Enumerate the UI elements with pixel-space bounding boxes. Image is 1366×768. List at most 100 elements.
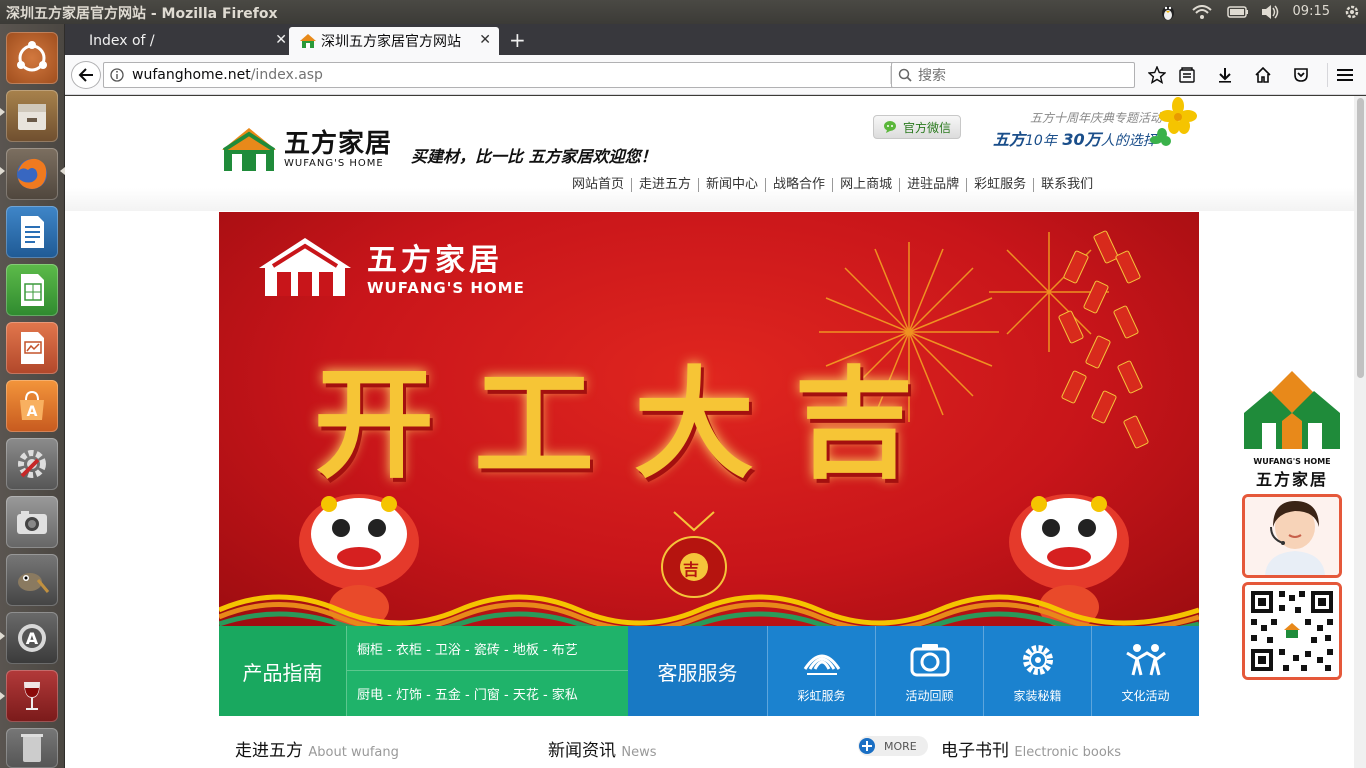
section-about[interactable]: 走进五方 About wufang <box>235 736 399 761</box>
online-service-button[interactable] <box>1242 494 1342 578</box>
window-title: 深圳五方家居官方网站 - Mozilla Firefox <box>6 6 278 22</box>
nav-contact[interactable]: 联系我们 <box>1034 178 1100 192</box>
dash-home-icon[interactable] <box>6 32 58 84</box>
hero-banner[interactable]: 五方家居 WUFANG'S HOME 开工大吉 吉 <box>219 212 1199 627</box>
nav-rainbow-service[interactable]: 彩虹服务 <box>967 178 1035 192</box>
logo-subtitle: WUFANG'S HOME <box>284 157 384 169</box>
close-icon[interactable]: ✕ <box>479 32 491 48</box>
url-path: /index.asp <box>250 67 323 83</box>
impress-icon[interactable] <box>6 322 58 374</box>
home-icon[interactable] <box>1252 65 1274 85</box>
svc-label: 活动回顾 <box>905 688 954 703</box>
customer-service-label[interactable]: 客服服务 <box>628 626 768 716</box>
more-button[interactable]: MORE <box>858 736 928 756</box>
logo-title: 五方家居 <box>284 128 393 159</box>
svc-culture-events[interactable]: 文化活动 <box>1092 626 1199 716</box>
svc-decor-tips[interactable]: 家装秘籍 <box>984 626 1092 716</box>
search-bar[interactable]: 搜索 <box>891 62 1135 88</box>
svc-rainbow-service[interactable]: 彩虹服务 <box>768 626 876 716</box>
arrow-left-icon <box>78 68 93 82</box>
section-news-sub: News <box>621 745 657 760</box>
page-viewport: 五方家居 WUFANG'S HOME 买建材，比一比 五方家居欢迎您！ 官方微信… <box>65 96 1354 768</box>
svc-label: 家装秘籍 <box>1013 688 1062 703</box>
nav-home[interactable]: 网站首页 <box>565 178 633 192</box>
back-button[interactable] <box>71 61 101 89</box>
nav-partners[interactable]: 战略合作 <box>766 178 834 192</box>
firefox-icon[interactable] <box>6 148 58 200</box>
top-panel: 深圳五方家居官方网站 - Mozilla Firefox 09:15 <box>0 0 1366 24</box>
camera-icon <box>910 643 949 676</box>
writer-icon[interactable] <box>6 206 58 258</box>
wechat-label: 官方微信 <box>902 120 951 135</box>
gimp-icon[interactable] <box>6 554 58 606</box>
people-icon <box>1125 643 1166 675</box>
banner-house-icon <box>259 238 351 296</box>
more-label: MORE <box>884 739 917 753</box>
favicon-house-icon <box>300 34 316 48</box>
reading-list-icon[interactable] <box>1176 65 1198 85</box>
software-center-icon[interactable]: A <box>6 380 58 432</box>
section-ebooks-title: 电子书刊 <box>941 741 1009 761</box>
section-ebooks-sub: Electronic books <box>1014 745 1122 760</box>
clock[interactable]: 09:15 <box>1293 4 1330 19</box>
wifi-icon[interactable] <box>1190 2 1214 22</box>
download-icon[interactable] <box>1214 65 1236 85</box>
section-ebooks[interactable]: 电子书刊 Electronic books <box>941 736 1121 761</box>
section-about-title: 走进五方 <box>235 741 303 761</box>
page-scrollbar[interactable] <box>1354 96 1366 768</box>
menu-hamburger-icon[interactable] <box>1334 65 1356 85</box>
volume-icon[interactable] <box>1258 2 1282 22</box>
trash-icon[interactable] <box>6 728 58 768</box>
lucky-bag-label: 吉 <box>683 560 700 579</box>
banner-headline: 开工大吉 <box>314 354 954 495</box>
svc-label: 文化活动 <box>1121 688 1170 703</box>
nav-news[interactable]: 新闻中心 <box>699 178 767 192</box>
scroll-thumb[interactable] <box>1357 98 1364 378</box>
pocket-icon[interactable] <box>1290 65 1312 85</box>
files-icon[interactable] <box>6 90 58 142</box>
wechat-button[interactable]: 官方微信 <box>873 115 961 139</box>
qr-code-box[interactable] <box>1242 582 1342 680</box>
site-header: 五方家居 WUFANG'S HOME 买建材，比一比 五方家居欢迎您！ 官方微信… <box>65 96 1354 211</box>
info-icon[interactable] <box>110 68 124 82</box>
category-row-2[interactable]: 厨电 - 灯饰 - 五金 - 门窗 - 天花 - 家私 <box>347 671 628 716</box>
tux-icon[interactable] <box>1158 2 1178 22</box>
search-placeholder: 搜索 <box>918 68 946 84</box>
svg-text:A: A <box>27 404 38 420</box>
tab-wufang[interactable]: 深圳五方家居官方网站 ✕ <box>289 27 499 55</box>
side-float-panel: WUFANG'S HOME 五方家居 <box>1240 369 1344 680</box>
anniversary-subtitle[interactable]: 五方十周年庆典专题活动 <box>1030 109 1162 126</box>
battery-icon[interactable] <box>1226 2 1250 22</box>
section-news[interactable]: 新闻资讯 News <box>548 736 657 761</box>
nav-shop[interactable]: 网上商城 <box>833 178 901 192</box>
close-icon[interactable]: ✕ <box>275 32 287 48</box>
nav-about[interactable]: 走进五方 <box>632 178 700 192</box>
section-about-sub: About wufang <box>308 745 399 760</box>
wine-icon[interactable] <box>6 670 58 722</box>
side-house-logo-icon <box>1244 371 1340 449</box>
nav-brands[interactable]: 进驻品牌 <box>900 178 968 192</box>
anniv-part-b: 10年 <box>1025 133 1057 149</box>
anniversary-banner[interactable]: 五方10年 30万人的选择 <box>993 126 1157 150</box>
system-settings-icon[interactable] <box>6 438 58 490</box>
bookmark-star-icon[interactable] <box>1146 65 1168 85</box>
url-bar[interactable]: wufanghome.net/index.asp <box>103 62 918 88</box>
svc-activity-review[interactable]: 活动回顾 <box>876 626 984 716</box>
tab-title: Index of / <box>89 33 155 49</box>
tab-bar: Index of / ✕ 深圳五方家居官方网站 ✕ + <box>65 24 1366 55</box>
slogan: 买建材，比一比 五方家居欢迎您！ <box>411 147 657 166</box>
side-brand-en: WUFANG'S HOME <box>1253 457 1331 466</box>
product-guide-label[interactable]: 产品指南 <box>219 626 347 716</box>
product-categories: 橱柜 - 衣柜 - 卫浴 - 瓷砖 - 地板 - 布艺 厨电 - 灯饰 - 五金… <box>347 626 628 716</box>
power-gear-icon[interactable] <box>1342 2 1362 22</box>
site-logo[interactable]: 五方家居 WUFANG'S HOME <box>220 126 392 172</box>
tab-index-of[interactable]: Index of / ✕ <box>75 27 295 55</box>
software-updater-icon[interactable]: A <box>6 612 58 664</box>
new-tab-button[interactable]: + <box>509 28 526 52</box>
category-row-1[interactable]: 橱柜 - 衣柜 - 卫浴 - 瓷砖 - 地板 - 布艺 <box>347 626 628 671</box>
flower-logo-icon <box>1150 97 1197 146</box>
main-nav: 网站首页 走进五方 新闻中心 战略合作 网上商城 进驻品牌 彩虹服务 联系我们 <box>565 178 1100 192</box>
camera-app-icon[interactable] <box>6 496 58 548</box>
anniv-part-c: 30万 <box>1062 130 1101 149</box>
calc-icon[interactable] <box>6 264 58 316</box>
